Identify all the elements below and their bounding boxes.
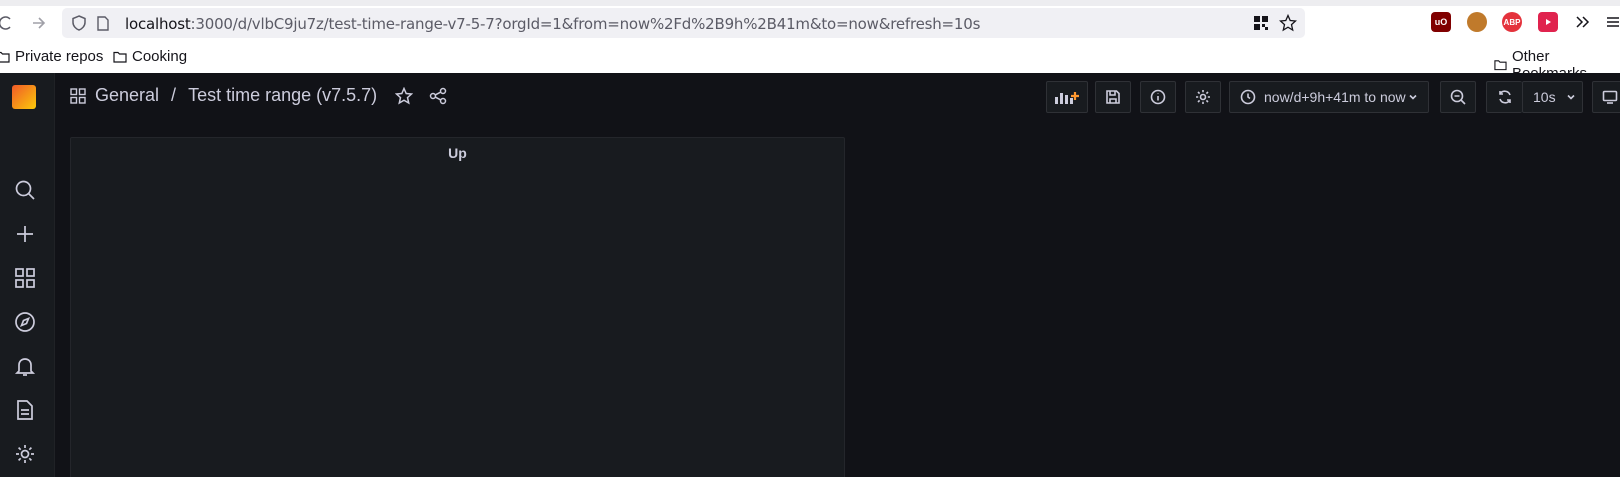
adblock-plus-icon[interactable]: ABP (1502, 12, 1522, 32)
reports-icon[interactable] (12, 397, 38, 423)
monitor-icon (1602, 90, 1618, 104)
explore-icon[interactable] (12, 309, 38, 335)
info-icon (1150, 89, 1166, 105)
bookmark-star-icon[interactable] (1278, 13, 1298, 33)
ublock-icon[interactable]: uO (1431, 12, 1451, 32)
plus-icon[interactable] (12, 221, 38, 247)
page-info-icon[interactable] (95, 14, 111, 32)
zoom-out-button[interactable] (1440, 81, 1476, 113)
configuration-icon[interactable] (12, 441, 38, 467)
save-icon (1106, 90, 1120, 104)
breadcrumb-folder[interactable]: General (95, 85, 159, 106)
share-icon[interactable] (428, 86, 448, 106)
refresh-button[interactable] (1486, 81, 1522, 113)
panel-title[interactable]: Up (71, 145, 844, 161)
alerting-icon[interactable] (12, 353, 38, 379)
zoom-out-icon (1450, 89, 1466, 105)
folder-icon (0, 51, 10, 63)
url-host: localhost (125, 15, 191, 33)
time-range-text: now/d+9h+41m to now (1264, 89, 1406, 105)
qr-code-icon[interactable] (1252, 14, 1270, 32)
chevron-down-icon (1567, 94, 1575, 100)
forward-icon[interactable] (30, 13, 48, 33)
url-path: :3000/d/vlbC9ju7z/test-time-range-v7-5-7… (190, 15, 981, 33)
grafana-app: General / Test time range (v7.5.7) now/d… (0, 73, 1620, 477)
folder-icon (113, 51, 127, 63)
tracking-protection-icon[interactable] (70, 14, 88, 32)
breadcrumb: General / Test time range (v7.5.7) (70, 85, 377, 106)
add-panel-button[interactable] (1046, 81, 1088, 113)
bookmark-label: Cooking (132, 48, 188, 65)
tampermonkey-icon[interactable] (1467, 12, 1487, 32)
panel-up[interactable]: Up (70, 137, 845, 477)
app-menu-icon[interactable] (1606, 12, 1620, 32)
chevron-down-icon (1409, 94, 1417, 100)
bookmark-private-repos[interactable]: Private repos (0, 48, 103, 65)
url-text[interactable]: localhost:3000/d/vlbC9ju7z/test-time-ran… (125, 15, 980, 33)
browser-chrome: localhost:3000/d/vlbC9ju7z/test-time-ran… (0, 0, 1620, 82)
star-icon[interactable] (394, 86, 414, 106)
address-bar[interactable]: localhost:3000/d/vlbC9ju7z/test-time-ran… (62, 8, 1305, 38)
dashboards-icon (70, 87, 86, 104)
side-menu (0, 73, 55, 477)
breadcrumb-separator: / (171, 85, 177, 105)
breadcrumb-dashboard-title[interactable]: Test time range (v7.5.7) (188, 85, 377, 106)
dashboard-info-button[interactable] (1140, 81, 1176, 113)
folder-icon (1494, 60, 1507, 71)
youtube-ext-icon[interactable] (1538, 12, 1558, 32)
reload-icon[interactable] (0, 13, 14, 33)
dashboard-settings-button[interactable] (1185, 81, 1221, 113)
view-mode-button[interactable] (1592, 81, 1620, 113)
time-range-picker[interactable]: now/d+9h+41m to now (1229, 81, 1429, 113)
dashboards-icon[interactable] (12, 265, 38, 291)
bookmark-cooking[interactable]: Cooking (113, 48, 187, 65)
tab-strip (0, 0, 1620, 6)
search-icon[interactable] (12, 177, 38, 203)
refresh-interval-text: 10s (1533, 89, 1556, 105)
clock-icon (1240, 89, 1256, 105)
overflow-menu-icon[interactable] (1573, 12, 1593, 32)
bookmark-label: Private repos (15, 48, 104, 65)
gear-icon (1196, 90, 1210, 104)
refresh-interval-picker[interactable]: 10s (1522, 81, 1583, 113)
refresh-icon (1498, 90, 1511, 104)
grafana-logo-icon[interactable] (12, 85, 36, 109)
save-dashboard-button[interactable] (1095, 81, 1131, 113)
add-panel-icon (1055, 92, 1079, 104)
